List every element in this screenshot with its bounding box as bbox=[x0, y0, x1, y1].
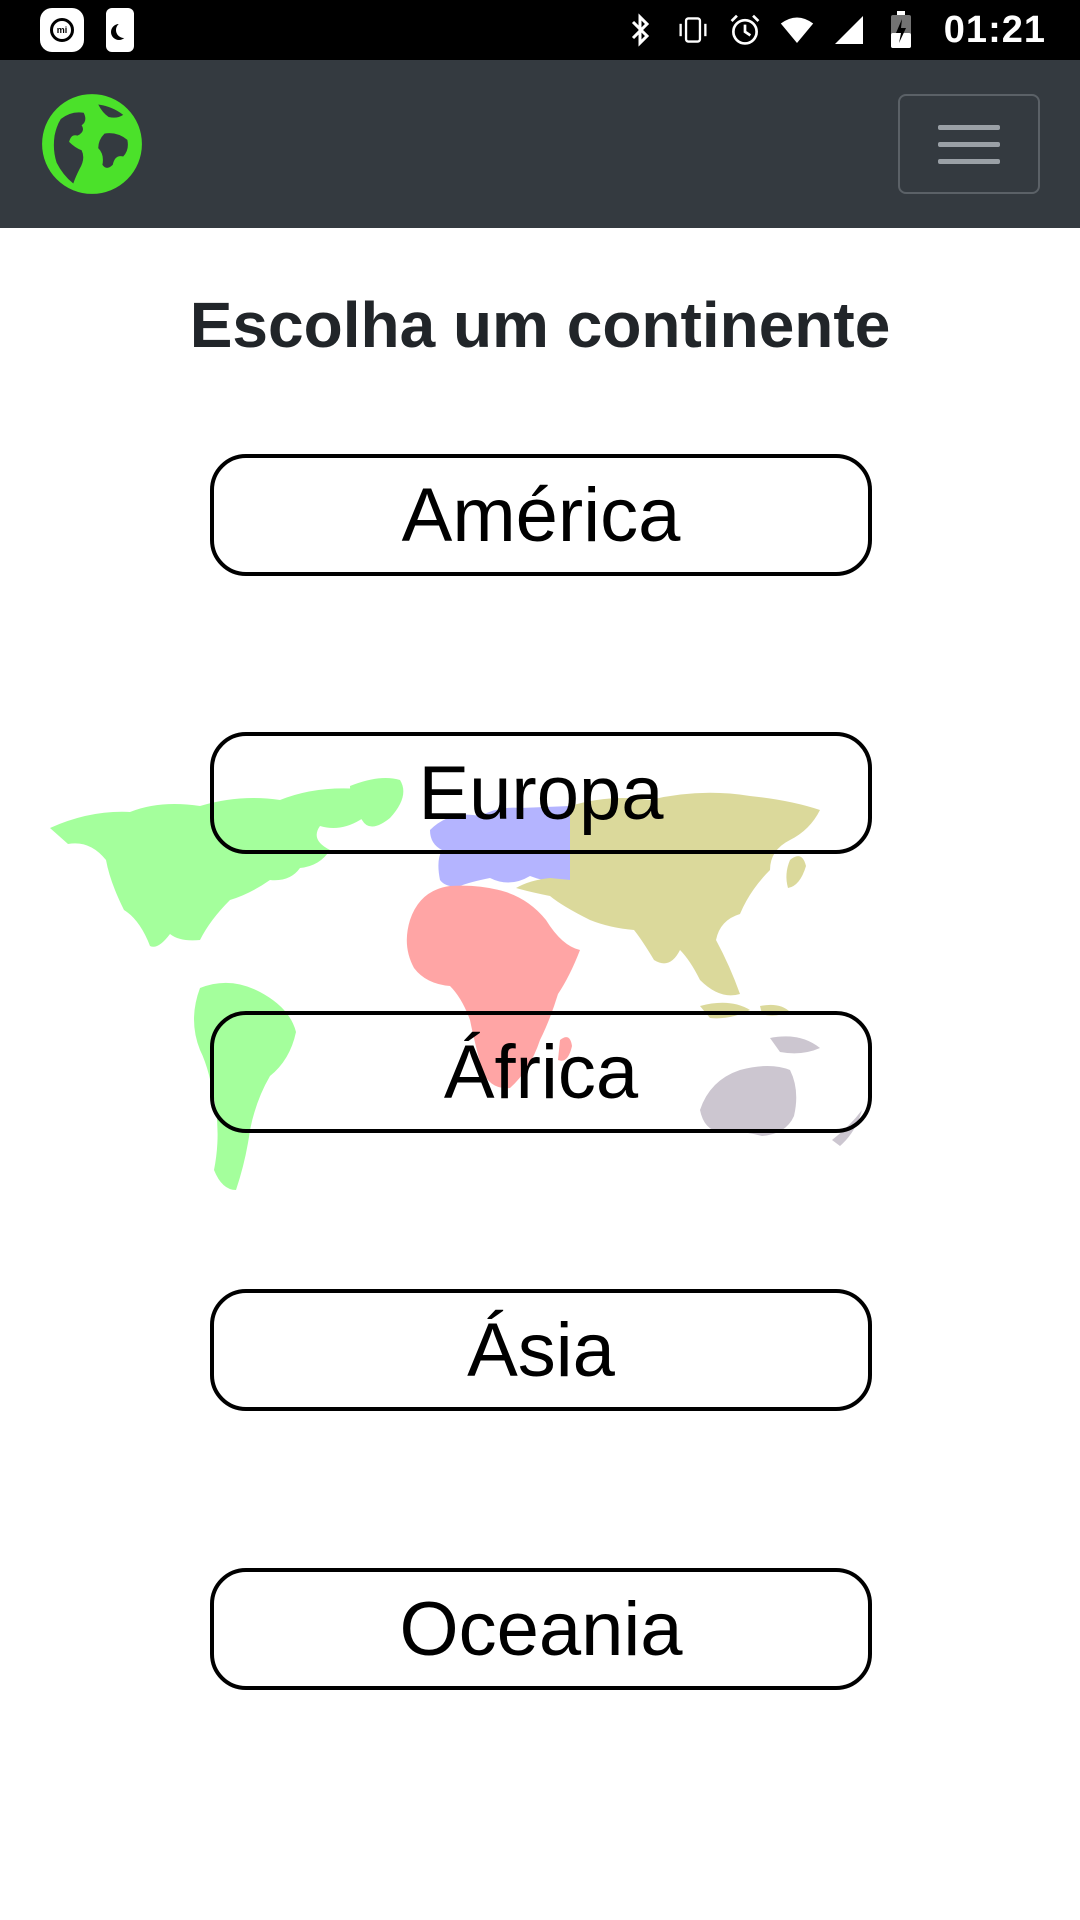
hamburger-menu-icon bbox=[938, 124, 1000, 130]
oceania-button[interactable]: Oceania bbox=[210, 1568, 872, 1690]
night-mode-icon bbox=[106, 8, 134, 52]
bluetooth-icon bbox=[624, 13, 658, 47]
alarm-icon bbox=[728, 13, 762, 47]
battery-charging-icon bbox=[884, 11, 918, 48]
europa-button[interactable]: Europa bbox=[210, 732, 872, 854]
vibrate-icon bbox=[676, 13, 710, 47]
africa-button[interactable]: África bbox=[210, 1011, 872, 1133]
globe-icon[interactable] bbox=[40, 92, 144, 196]
navbar bbox=[0, 60, 1080, 228]
signal-icon bbox=[832, 13, 866, 47]
japan-shape bbox=[786, 856, 806, 888]
mi-app-icon: mi bbox=[40, 8, 84, 52]
asia-button[interactable]: Ásia bbox=[210, 1289, 872, 1411]
america-button[interactable]: América bbox=[210, 454, 872, 576]
status-bar: mi 01:21 bbox=[0, 0, 1080, 60]
page-title: Escolha um continente bbox=[189, 289, 891, 361]
wifi-icon bbox=[780, 13, 814, 47]
status-time: 01:21 bbox=[943, 8, 1046, 51]
menu-toggle-button[interactable] bbox=[898, 94, 1040, 194]
